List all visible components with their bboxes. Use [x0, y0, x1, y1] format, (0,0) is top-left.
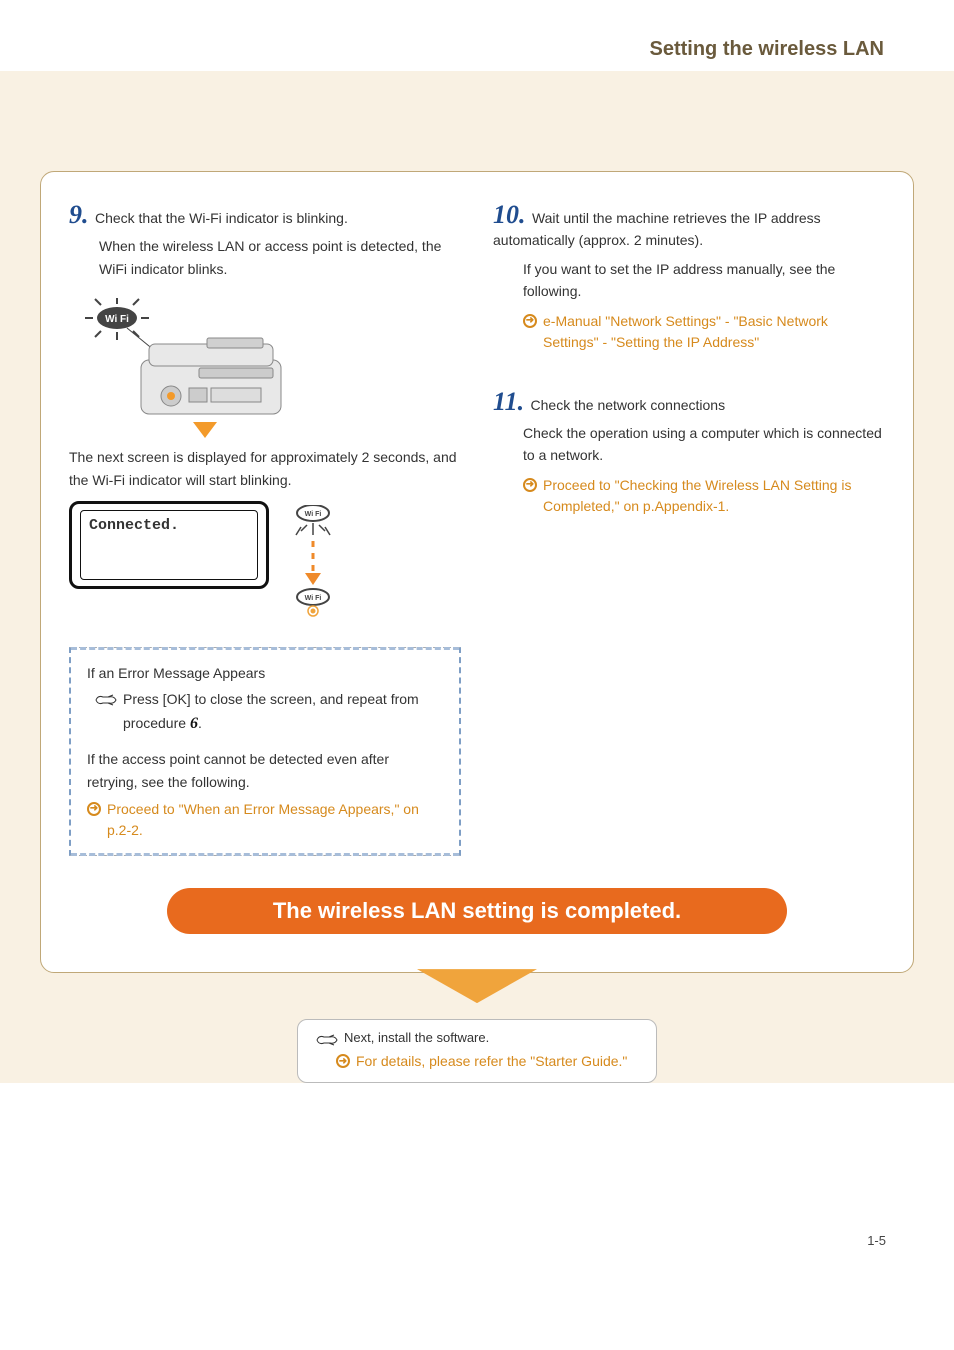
page-header: Setting the wireless LAN	[0, 0, 954, 72]
step-text: Wait until the machine retrieves the IP …	[493, 210, 821, 248]
completion-banner: The wireless LAN setting is completed.	[167, 888, 787, 934]
info-ref-text[interactable]: Proceed to "When an Error Message Appear…	[107, 799, 443, 841]
instruction-card: 9. Check that the Wi-Fi indicator is bli…	[40, 171, 914, 973]
proceed-icon: ➜	[87, 802, 101, 816]
hand-pointer-icon	[95, 691, 117, 705]
page-number: 1-5	[0, 1083, 954, 1288]
info-line-1: Press [OK] to close the screen, and repe…	[95, 688, 443, 736]
step-number: 11.	[493, 387, 524, 416]
wifi-transition-icon: Wi Fi	[293, 501, 333, 617]
error-info-box: If an Error Message Appears Press [OK] t…	[69, 647, 461, 856]
step-text: Check that the Wi-Fi indicator is blinki…	[95, 210, 348, 226]
step-number: 9.	[69, 200, 89, 229]
info-line1-num: 6	[190, 715, 198, 732]
step-text: Check the network connections	[531, 397, 726, 413]
left-column: 9. Check that the Wi-Fi indicator is bli…	[69, 202, 461, 856]
info-line1-post: .	[198, 715, 202, 731]
wifi-indicator-dot	[167, 392, 175, 400]
proceed-icon: ➜	[336, 1054, 350, 1068]
step-number: 10.	[493, 200, 526, 229]
hand-pointer-icon	[316, 1033, 338, 1047]
svg-text:Wi Fi: Wi Fi	[305, 595, 322, 602]
next-ref-text[interactable]: For details, please refer the "Starter G…	[356, 1051, 627, 1072]
step-10-ref-text[interactable]: e-Manual "Network Settings" - "Basic Net…	[543, 311, 885, 353]
printer-illustration: Wi Fi	[69, 298, 461, 418]
right-column: 10. Wait until the machine retrieves the…	[493, 202, 885, 856]
info-title-2: If the access point cannot be detected e…	[87, 748, 443, 793]
proceed-icon: ➜	[523, 478, 537, 492]
lcd-row: Connected. Wi Fi	[69, 501, 461, 617]
svg-text:Wi Fi: Wi Fi	[305, 511, 322, 518]
step-10-ref: ➜ e-Manual "Network Settings" - "Basic N…	[523, 311, 885, 353]
step-sub: Check the operation using a computer whi…	[523, 422, 885, 467]
page-title: Setting the wireless LAN	[0, 38, 884, 61]
step-11-ref-text[interactable]: Proceed to "Checking the Wireless LAN Se…	[543, 475, 885, 517]
caption-text: The next screen is displayed for approxi…	[69, 446, 461, 491]
step-10: 10. Wait until the machine retrieves the…	[493, 202, 885, 353]
wifi-badge-text: Wi Fi	[105, 314, 129, 325]
down-arrow-icon	[193, 422, 217, 438]
step-11-ref: ➜ Proceed to "Checking the Wireless LAN …	[523, 475, 885, 517]
info-ref: ➜ Proceed to "When an Error Message Appe…	[87, 799, 443, 841]
big-down-arrow-icon	[417, 969, 537, 1003]
info-line1-pre: Press [OK] to close the screen, and repe…	[123, 691, 419, 730]
lcd-screen: Connected.	[69, 501, 269, 589]
step-9: 9. Check that the Wi-Fi indicator is bli…	[69, 202, 461, 280]
proceed-icon: ➜	[523, 314, 537, 328]
content-area: 9. Check that the Wi-Fi indicator is bli…	[0, 71, 954, 1083]
next-line-text: Next, install the software.	[344, 1030, 489, 1045]
next-step-box: Next, install the software. ➜ For detail…	[297, 1019, 657, 1083]
step-sub: If you want to set the IP address manual…	[523, 258, 885, 303]
step-sub: When the wireless LAN or access point is…	[99, 235, 461, 280]
step-11: 11. Check the network connections Check …	[493, 389, 885, 517]
info-title-1: If an Error Message Appears	[87, 662, 443, 684]
lcd-text: Connected.	[80, 510, 258, 580]
